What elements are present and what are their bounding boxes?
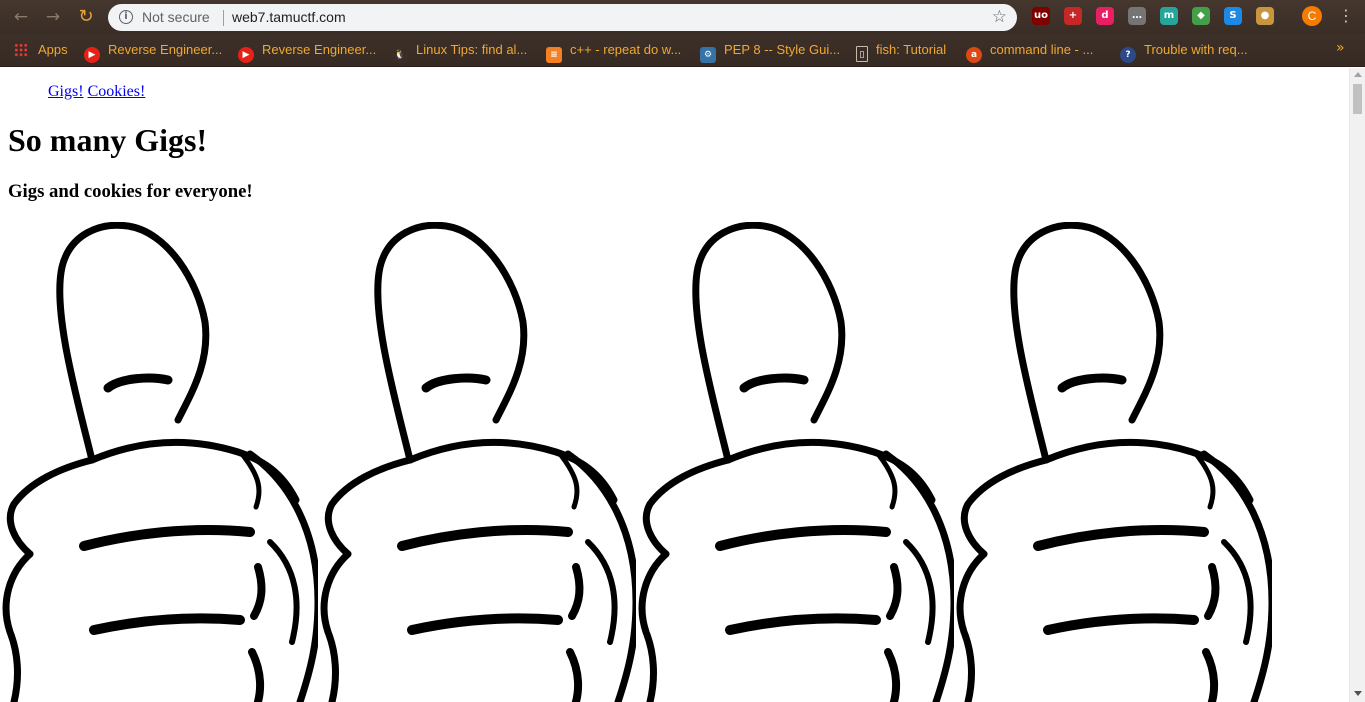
browser-toolbar: ← → ↻ i Not secure web7.tamuctf.com ☆ uo…	[0, 0, 1365, 34]
more-menu-icon[interactable]: ⋮	[1338, 5, 1354, 27]
s-extension-icon[interactable]: S	[1224, 7, 1242, 25]
document-icon: ▯	[856, 46, 868, 62]
cookies-link[interactable]: Cookies!	[88, 83, 146, 100]
bookmark-label: fish: Tutorial	[876, 42, 947, 57]
scroll-down-arrow-icon[interactable]	[1354, 691, 1362, 696]
bookmark-item[interactable]: ▯ fish: Tutorial	[856, 41, 947, 62]
info-icon[interactable]: i	[119, 10, 133, 24]
bookmark-label: command line - ...	[990, 42, 1094, 57]
bookmark-item[interactable]: ▶ Reverse Engineer...	[84, 41, 223, 63]
back-arrow-icon[interactable]: ←	[10, 6, 32, 28]
bookmark-item[interactable]: a command line - ...	[966, 41, 1094, 63]
bookmark-item[interactable]: ▶ Reverse Engineer...	[238, 41, 377, 63]
thumbs-up-image	[0, 222, 318, 702]
bookmark-label: Trouble with req...	[1144, 42, 1248, 57]
m-extension-icon[interactable]: m	[1160, 7, 1178, 25]
d-extension-icon[interactable]: d	[1096, 7, 1114, 25]
security-label[interactable]: Not secure	[142, 9, 210, 25]
bookmark-item[interactable]: 🐧 Linux Tips: find al...	[392, 41, 528, 63]
bookmark-label: Linux Tips: find al...	[416, 42, 528, 57]
askubuntu-icon: a	[966, 47, 982, 63]
cookie-icon[interactable]: ●	[1256, 7, 1274, 25]
page-title: So many Gigs!	[8, 122, 208, 158]
url-text[interactable]: web7.tamuctf.com	[232, 9, 346, 25]
address-bar[interactable]: i Not secure web7.tamuctf.com ☆	[108, 4, 1017, 31]
bookmarks-overflow-icon[interactable]: »	[1336, 40, 1345, 56]
bookmark-label: Apps	[38, 42, 68, 57]
thumbs-up-image	[954, 222, 1272, 702]
youtube-icon: ▶	[84, 47, 100, 63]
forward-arrow-icon[interactable]: →	[42, 6, 64, 28]
site-nav: Gigs! Cookies!	[48, 83, 145, 101]
bookmark-item[interactable]: ⚙ PEP 8 -- Style Gui...	[700, 41, 841, 63]
reload-icon[interactable]: ↻	[75, 6, 97, 28]
vertical-scrollbar[interactable]	[1349, 68, 1365, 702]
gigs-link[interactable]: Gigs!	[48, 83, 84, 100]
question-icon: ?	[1120, 47, 1136, 63]
scroll-up-arrow-icon[interactable]	[1354, 72, 1362, 77]
web-page: Gigs! Cookies! So many Gigs! Gigs and co…	[0, 68, 1349, 702]
bookmark-label: Reverse Engineer...	[108, 42, 223, 57]
linux-tux-icon: 🐧	[392, 47, 408, 63]
bookmark-label: PEP 8 -- Style Gui...	[724, 42, 841, 57]
scrollbar-thumb[interactable]	[1353, 84, 1362, 114]
omnibox-divider	[223, 10, 224, 26]
python-icon: ⚙	[700, 47, 716, 63]
apps-grid-icon	[14, 43, 28, 57]
bookmark-item[interactable]: ? Trouble with req...	[1120, 41, 1248, 63]
bookmark-label: c++ - repeat do w...	[570, 42, 682, 57]
bookmark-label: Reverse Engineer...	[262, 42, 377, 57]
layers-icon[interactable]: ◆	[1192, 7, 1210, 25]
youtube-icon: ▶	[238, 47, 254, 63]
bookmark-star-icon[interactable]: ☆	[992, 7, 1007, 27]
bookmark-apps[interactable]: Apps	[14, 41, 68, 59]
bookmarks-bar: Apps ▶ Reverse Engineer... ▶ Reverse Engine…	[0, 34, 1365, 67]
chat-bubble-icon[interactable]: …	[1128, 7, 1146, 25]
thumbs-up-image	[318, 222, 636, 702]
thumbs-up-image	[636, 222, 954, 702]
bookmark-item[interactable]: ≡ c++ - repeat do w...	[546, 41, 682, 63]
stackoverflow-icon: ≡	[546, 47, 562, 63]
plus-shield-icon[interactable]: +	[1064, 7, 1082, 25]
page-subtitle: Gigs and cookies for everyone!	[8, 181, 253, 202]
profile-avatar[interactable]: C	[1302, 6, 1322, 26]
ublock-icon[interactable]: uo	[1032, 7, 1050, 25]
